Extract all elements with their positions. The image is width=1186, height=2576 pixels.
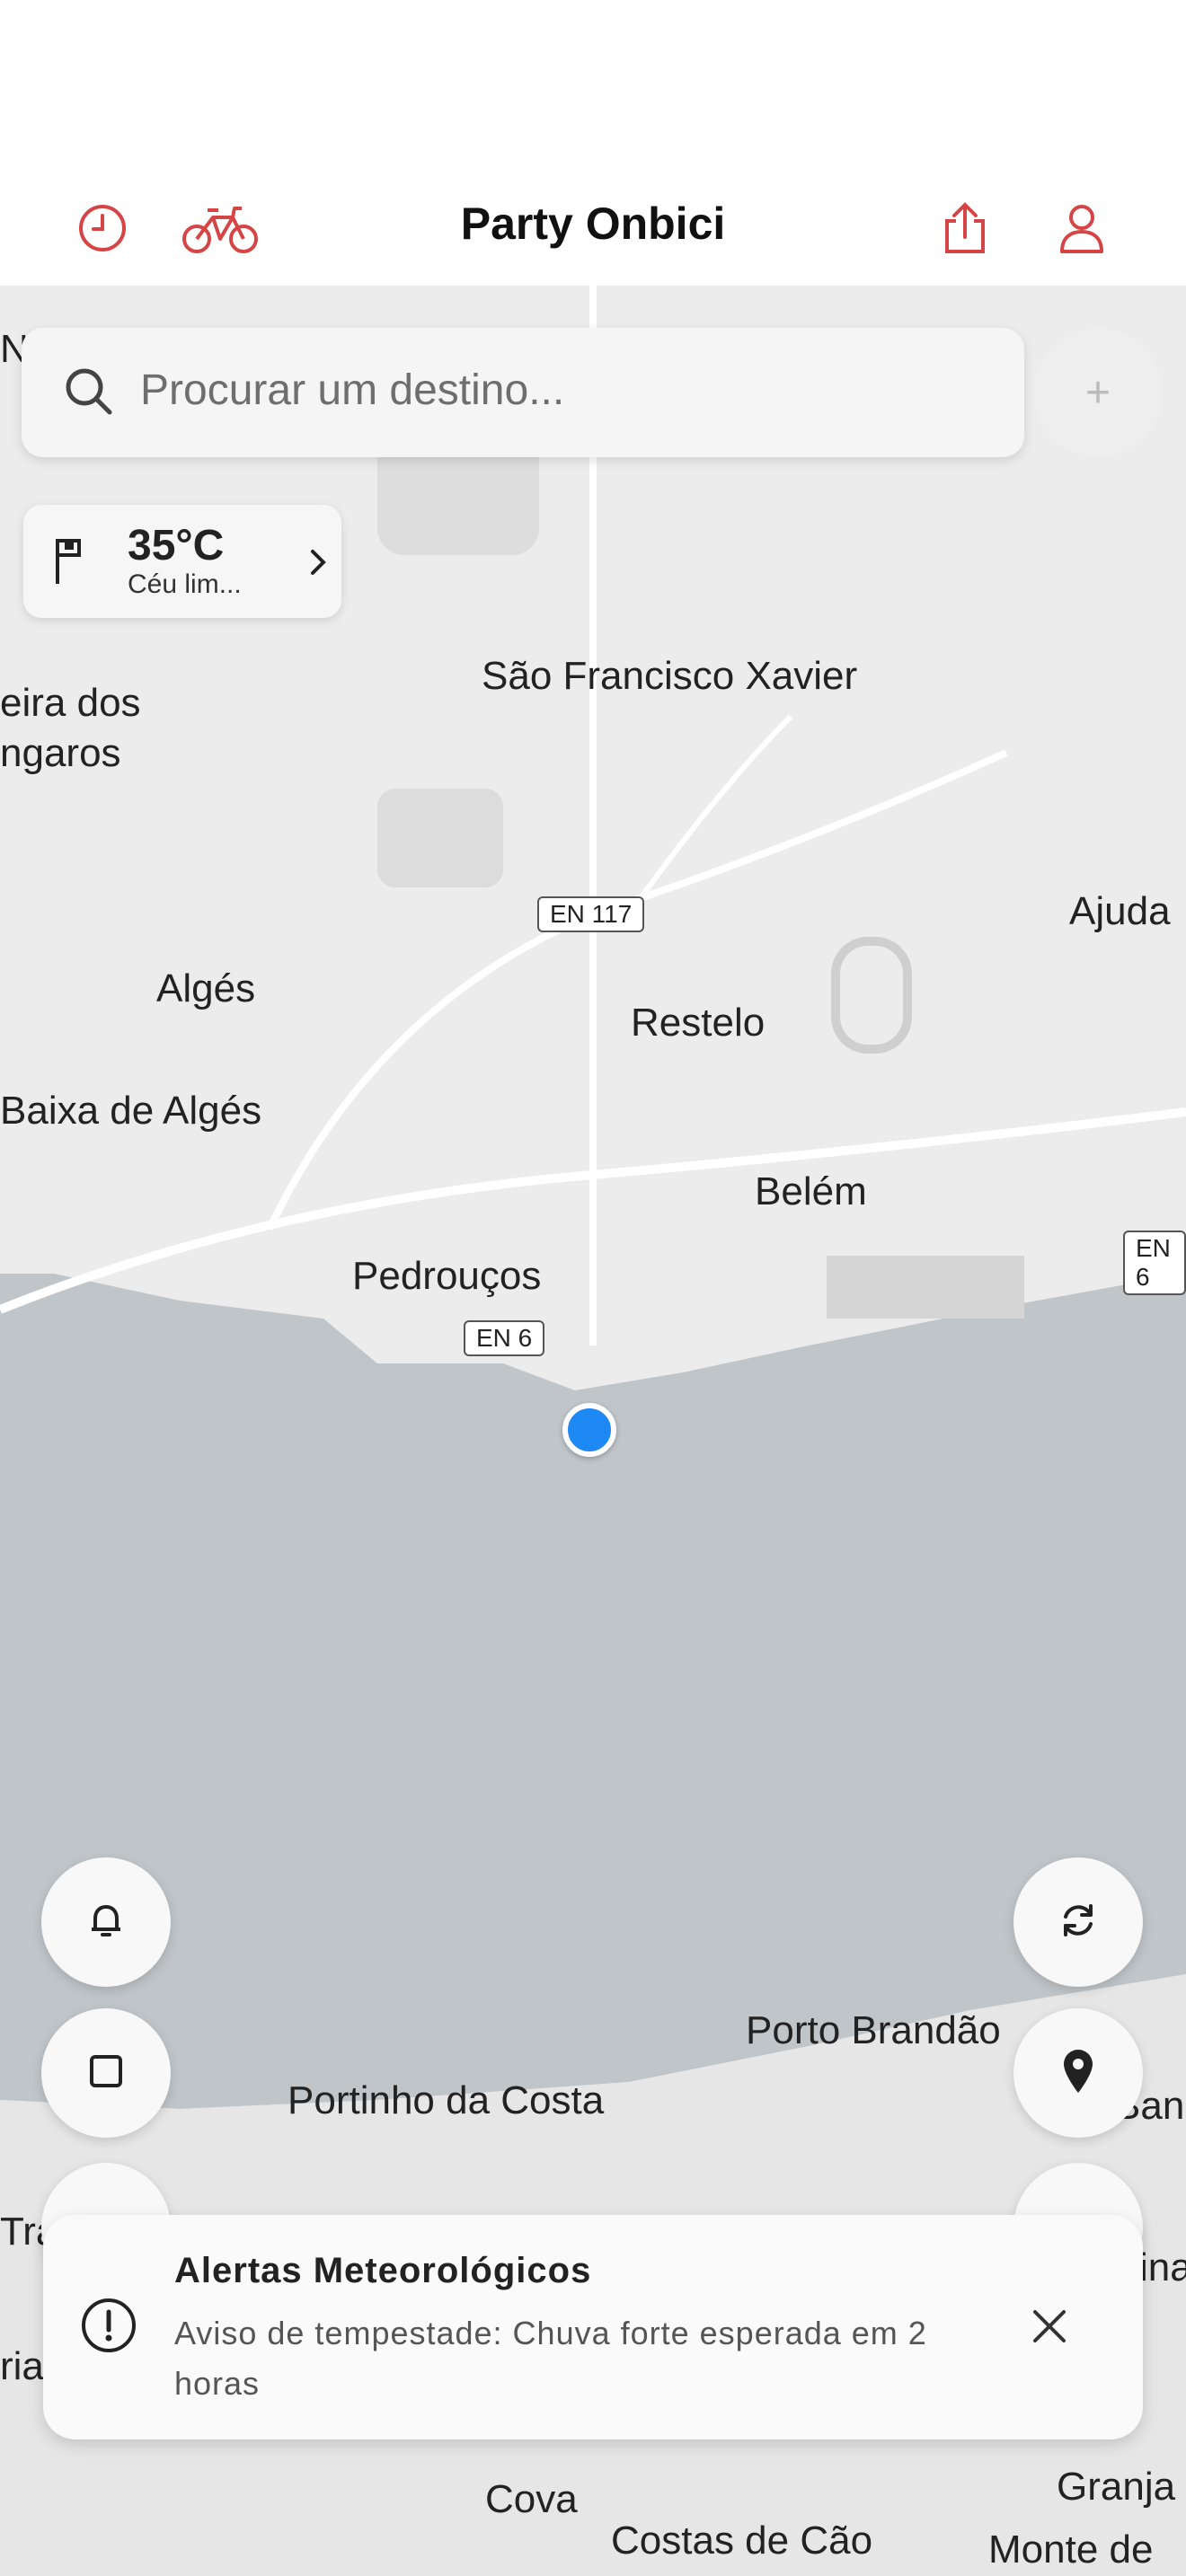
place-label: São Francisco Xavier — [482, 654, 858, 698]
place-label: ngaros — [0, 731, 121, 775]
search-input[interactable]: Procurar um destino... — [140, 366, 564, 415]
bell-icon — [84, 1899, 128, 1946]
location-pin-button[interactable] — [1013, 2008, 1143, 2138]
place-label: Cova — [485, 2477, 578, 2521]
building-block — [827, 1256, 1024, 1319]
road-label: EN 6 — [1123, 1231, 1186, 1295]
place-label: Baixa de Algés — [0, 1089, 262, 1133]
refresh-button[interactable] — [1013, 1857, 1143, 1987]
zoom-in-button[interactable]: + — [1033, 328, 1163, 457]
chevron-right-icon — [307, 546, 329, 583]
pin-icon — [1060, 2048, 1096, 2099]
weather-temp: 35°C — [128, 522, 225, 569]
close-icon — [1030, 2307, 1069, 2351]
refresh-icon — [1057, 1899, 1100, 1946]
status-bar-area — [0, 0, 1186, 171]
place-label: Costas de Cão — [611, 2519, 873, 2563]
notifications-button[interactable] — [41, 1857, 171, 1987]
alert-title: Alertas Meteorológicos — [174, 2251, 592, 2290]
alert-message: Aviso de tempestade: Chuva forte esperad… — [174, 2315, 927, 2402]
search-bar[interactable]: Procurar um destino... — [22, 328, 1024, 457]
road-label: EN 6 — [464, 1320, 545, 1356]
place-label: Belém — [755, 1169, 867, 1213]
stop-button[interactable] — [41, 2008, 171, 2138]
close-alert-button[interactable] — [1022, 2301, 1076, 2355]
current-location-marker — [562, 1403, 616, 1457]
app-title: Party Onbici — [460, 198, 726, 249]
park-block — [377, 789, 503, 887]
weather-alert-banner[interactable]: Alertas Meteorológicos Aviso de tempesta… — [43, 2215, 1143, 2439]
place-label: Restelo — [631, 1001, 766, 1045]
flag-icon — [52, 535, 88, 590]
place-label: ina — [1139, 2245, 1186, 2289]
place-label: Granja — [1057, 2465, 1176, 2509]
place-label: Monte de — [988, 2527, 1154, 2572]
water-area — [0, 1274, 1186, 2109]
alert-circle-icon — [79, 2296, 138, 2360]
weather-condition: Céu lim... — [128, 569, 242, 599]
search-icon — [58, 360, 122, 429]
place-label: eira dos — [0, 681, 141, 725]
profile-icon[interactable] — [1046, 192, 1118, 264]
place-label: ria — [0, 2344, 44, 2388]
place-label: Porto Brandão — [746, 2008, 1001, 2052]
share-icon[interactable] — [929, 192, 1001, 264]
place-label: Algés — [156, 966, 256, 1010]
road-label: EN 117 — [537, 896, 645, 932]
place-label: Portinho da Costa — [288, 2078, 605, 2122]
square-icon — [88, 2053, 124, 2094]
weather-widget[interactable]: 35°C Céu lim... — [23, 505, 341, 618]
place-label: Ajuda — [1069, 889, 1171, 933]
app-header: Party Onbici — [0, 171, 1186, 286]
place-label: Pedrouços — [352, 1254, 542, 1298]
